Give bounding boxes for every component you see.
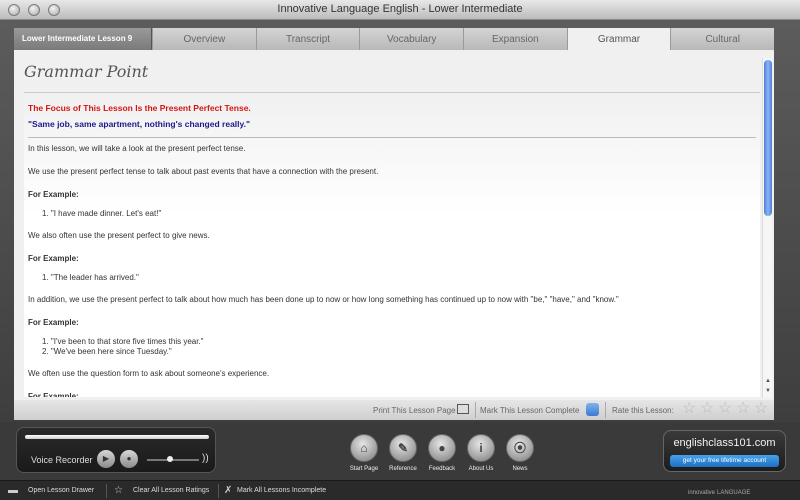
logo-subtext: LANGUAGE <box>717 490 751 496</box>
window-titlebar: Innovative Language English - Lower Inte… <box>0 0 800 20</box>
play-icon[interactable]: ▶ <box>97 450 115 468</box>
rate-label: Rate this Lesson: <box>612 406 674 415</box>
info-icon[interactable]: i <box>467 434 495 462</box>
home-icon[interactable]: ⌂ <box>350 434 378 462</box>
brand-name[interactable]: englishclass101.com <box>664 437 785 449</box>
print-lesson-link[interactable]: Print This Lesson Page <box>373 406 456 415</box>
scroll-down-icon[interactable]: ▼ <box>763 386 773 396</box>
divider <box>605 402 606 418</box>
list-item: 1. "The leader has arrived." <box>42 273 139 282</box>
tab-cultural[interactable]: Cultural <box>670 28 775 50</box>
bottom-bar: ▬ Open Lesson Drawer ☆ Clear All Lesson … <box>0 480 800 500</box>
clear-ratings-button[interactable]: Clear All Lesson Ratings <box>133 487 209 494</box>
rating-star-icon[interactable]: ☆ <box>754 401 768 417</box>
divider <box>106 484 107 498</box>
grammar-panel: Grammar Point The Focus of This Lesson I… <box>14 50 774 400</box>
x-icon[interactable]: ✗ <box>224 485 232 496</box>
rating-star-icon[interactable]: ☆ <box>682 401 696 417</box>
rating-star-icon[interactable]: ☆ <box>718 401 732 417</box>
paragraph: We use the present perfect tense to talk… <box>28 167 379 176</box>
page-title: Grammar Point <box>24 62 149 81</box>
feedback-icon[interactable]: ● <box>428 434 456 462</box>
recorder-label: Voice Recorder <box>31 455 93 465</box>
lesson-quote: "Same job, same apartment, nothing's cha… <box>28 119 251 129</box>
paragraph: We also often use the present perfect to… <box>28 231 210 240</box>
list-item: 1. "I have made dinner. Let's eat!" <box>42 209 162 218</box>
lesson-tabs: Lower Intermediate Lesson 9 Overview Tra… <box>14 28 775 50</box>
paragraph: We often use the question form to ask ab… <box>28 369 270 378</box>
divider <box>28 137 756 138</box>
nav-label-news[interactable]: News <box>495 466 545 472</box>
example-heading: For Example: <box>28 190 79 199</box>
tab-vocabulary[interactable]: Vocabulary <box>359 28 464 50</box>
tab-expansion[interactable]: Expansion <box>463 28 567 50</box>
volume-icon: )) <box>202 453 209 464</box>
tab-overview[interactable]: Overview <box>152 28 256 50</box>
grammar-content[interactable]: The Focus of This Lesson Is the Present … <box>24 92 760 397</box>
example-heading: For Example: <box>28 254 79 263</box>
list-item: 1. "I've been to that store five times t… <box>42 337 204 346</box>
tab-transcript[interactable]: Transcript <box>255 28 360 50</box>
list-item: 2. "We've been here since Tuesday." <box>42 347 172 356</box>
volume-knob[interactable] <box>167 456 173 462</box>
paragraph: In this lesson, we will take a look at t… <box>28 144 246 153</box>
example-heading: For Example: <box>28 318 79 327</box>
example-list: 1. "I've been to that store five times t… <box>28 337 756 357</box>
divider <box>218 484 219 498</box>
voice-recorder: Voice Recorder ▶ ● )) <box>16 427 216 473</box>
recorder-progress <box>25 435 209 439</box>
lesson-focus: The Focus of This Lesson Is the Present … <box>28 103 251 113</box>
mark-complete-checkbox[interactable] <box>586 403 599 416</box>
mark-incomplete-button[interactable]: Mark All Lessons Incomplete <box>237 487 326 494</box>
tab-grammar[interactable]: Grammar <box>566 28 671 50</box>
scroll-thumb[interactable] <box>764 60 772 216</box>
brand-box: englishclass101.com get your free lifeti… <box>663 430 786 472</box>
logo-text: innovative <box>688 490 716 496</box>
rating-star-icon[interactable]: ☆ <box>700 401 714 417</box>
window-title: Innovative Language English - Lower Inte… <box>277 3 523 15</box>
paragraph: In addition, we use the present perfect … <box>28 295 619 304</box>
mark-complete-link[interactable]: Mark This Lesson Complete <box>480 406 579 415</box>
rating-star-icon[interactable]: ☆ <box>736 401 750 417</box>
volume-slider[interactable] <box>147 459 199 461</box>
rss-icon[interactable]: ⦿ <box>506 434 534 462</box>
free-account-button[interactable]: get your free lifetime account <box>670 455 779 467</box>
reference-icon[interactable]: ✎ <box>389 434 417 462</box>
open-lesson-drawer-button[interactable]: Open Lesson Drawer <box>28 487 94 494</box>
printer-icon[interactable] <box>457 404 469 414</box>
innovative-language-logo: innovative LANGUAGE <box>686 486 750 496</box>
example-list: 1. "The leader has arrived." <box>28 273 756 283</box>
lesson-label: Lower Intermediate Lesson 9 <box>14 28 152 50</box>
lesson-action-strip: Print This Lesson Page Mark This Lesson … <box>14 400 774 420</box>
scroll-up-icon[interactable]: ▲ <box>763 376 773 386</box>
example-heading: For Example: <box>28 392 79 397</box>
divider <box>475 402 476 418</box>
drawer-icon[interactable]: ▬ <box>8 485 18 496</box>
content-scrollbar[interactable]: ▲ ▼ <box>762 58 772 398</box>
example-list: 1. "I have made dinner. Let's eat!" <box>28 209 756 219</box>
record-icon[interactable]: ● <box>120 450 138 468</box>
star-icon[interactable]: ☆ <box>114 485 123 496</box>
